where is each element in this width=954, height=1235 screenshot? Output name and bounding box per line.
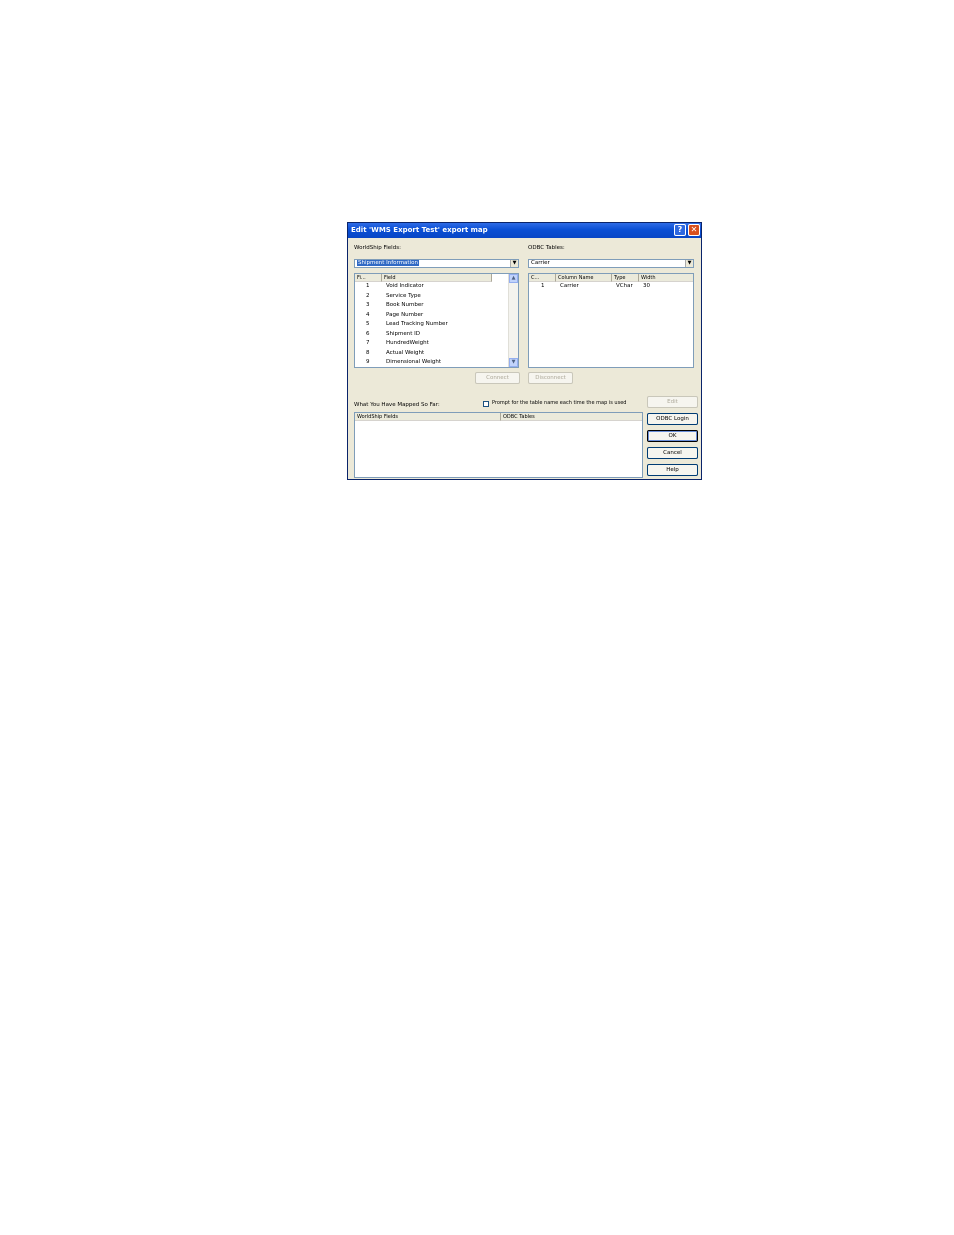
worldship-row-field[interactable]: HundredWeight: [386, 340, 429, 347]
odbc-tables-combo-value: Carrier: [531, 260, 550, 266]
scroll-down-icon[interactable]: ▼: [509, 358, 518, 367]
worldship-row-field[interactable]: Service Type: [386, 293, 421, 300]
dialog-title: Edit 'WMS Export Test' export map: [351, 226, 488, 234]
column-header-odbc-tables[interactable]: ODBC Tables: [501, 413, 642, 421]
worldship-row-number[interactable]: 9: [366, 359, 370, 366]
worldship-row-field[interactable]: Lead Tracking Number: [386, 321, 448, 328]
column-header-worldship-fields[interactable]: WorldShip Fields: [355, 413, 501, 421]
worldship-row-number[interactable]: 1: [366, 283, 370, 290]
scroll-up-icon[interactable]: ▲: [509, 274, 518, 283]
edit-export-map-dialog: Edit 'WMS Export Test' export map ? ✕ Wo…: [347, 222, 702, 480]
help-title-button[interactable]: ?: [674, 224, 686, 236]
disconnect-button[interactable]: Disconnect: [528, 372, 573, 384]
worldship-row-field[interactable]: Dimensional Weight: [386, 359, 441, 366]
prompt-table-name-label: Prompt for the table name each time the …: [492, 400, 627, 406]
column-header-width[interactable]: Width: [639, 274, 693, 282]
worldship-row-number[interactable]: 4: [366, 312, 370, 319]
odbc-row-name[interactable]: Carrier: [560, 283, 579, 290]
close-title-button[interactable]: ✕: [688, 224, 700, 236]
worldship-row-number[interactable]: 2: [366, 293, 370, 300]
worldship-fields-combo[interactable]: Shipment Information ▼: [354, 259, 519, 268]
odbc-login-button[interactable]: ODBC Login: [647, 413, 698, 425]
odbc-row-width[interactable]: 30: [643, 283, 650, 290]
worldship-fields-combo-value: Shipment Information: [357, 260, 419, 266]
worldship-row-field[interactable]: Page Number: [386, 312, 423, 319]
worldship-row-number[interactable]: 8: [366, 350, 370, 357]
odbc-tables-label: ODBC Tables:: [528, 245, 565, 251]
worldship-fields-label: WorldShip Fields:: [354, 245, 401, 251]
connect-button[interactable]: Connect: [475, 372, 520, 384]
chevron-down-icon[interactable]: ▼: [685, 260, 693, 267]
worldship-fields-scrollbar[interactable]: ▲ ▼: [508, 274, 518, 367]
column-header-type[interactable]: Type: [612, 274, 639, 282]
worldship-row-field[interactable]: Book Number: [386, 302, 424, 309]
ok-button[interactable]: OK: [647, 430, 698, 442]
column-header-column-name[interactable]: Column Name: [556, 274, 612, 282]
odbc-columns-list[interactable]: C... Column Name Type Width 1 Carrier VCha…: [528, 273, 694, 368]
mapped-fields-list[interactable]: WorldShip Fields ODBC Tables: [354, 412, 643, 478]
mapped-so-far-label: What You Have Mapped So Far:: [354, 402, 440, 408]
dialog-title-bar[interactable]: Edit 'WMS Export Test' export map ? ✕: [348, 223, 701, 238]
worldship-fields-list[interactable]: Fi... Field 1 Void Indicator 2 Service Type…: [354, 273, 519, 368]
odbc-tables-combo[interactable]: Carrier ▼: [528, 259, 694, 268]
column-header-c[interactable]: C...: [529, 274, 556, 282]
odbc-row-type[interactable]: VChar: [616, 283, 633, 290]
worldship-row-number[interactable]: 3: [366, 302, 370, 309]
worldship-row-field[interactable]: Shipment ID: [386, 331, 420, 338]
worldship-row-number[interactable]: 7: [366, 340, 370, 347]
column-header-field[interactable]: Field: [382, 274, 492, 282]
odbc-row-num[interactable]: 1: [541, 283, 545, 290]
worldship-row-field[interactable]: Void Indicator: [386, 283, 424, 290]
worldship-row-field[interactable]: Actual Weight: [386, 350, 424, 357]
chevron-down-icon[interactable]: ▼: [510, 260, 518, 267]
column-header-field-number[interactable]: Fi...: [355, 274, 382, 282]
edit-button[interactable]: Edit: [647, 396, 698, 408]
question-icon: ?: [677, 225, 683, 234]
prompt-table-name-checkbox[interactable]: [483, 401, 489, 407]
cancel-button[interactable]: Cancel: [647, 447, 698, 459]
help-button[interactable]: Help: [647, 464, 698, 476]
worldship-row-number[interactable]: 5: [366, 321, 370, 328]
worldship-row-number[interactable]: 6: [366, 331, 370, 338]
close-icon: ✕: [690, 225, 698, 234]
